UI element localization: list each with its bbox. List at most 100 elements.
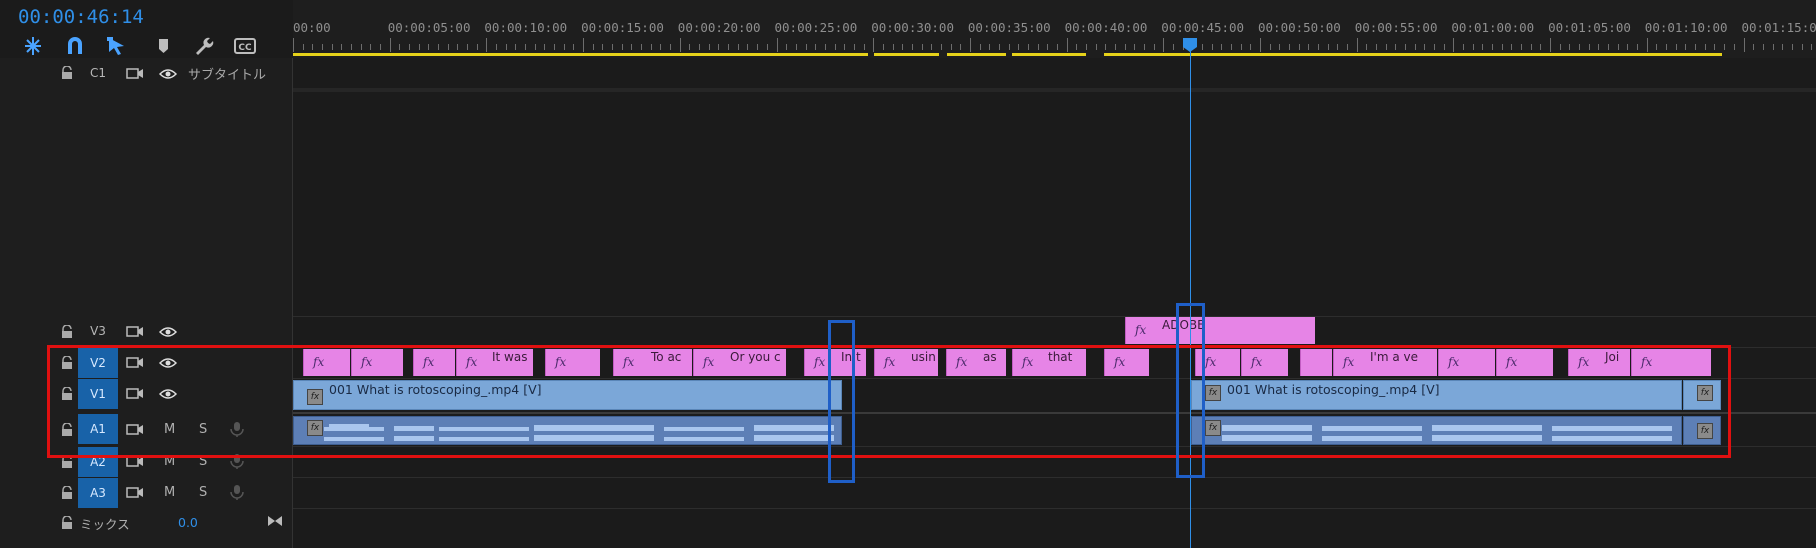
ruler-tick [515,44,517,50]
ruler-tick [1076,44,1078,50]
ruler-tick [670,44,672,50]
camera-toggle-icon[interactable] [126,485,144,501]
ruler-tick [341,44,343,50]
work-area-bar[interactable] [293,53,868,56]
track-name[interactable]: A3 [78,478,118,508]
lock-icon[interactable] [60,325,74,339]
ruler-tick [1724,44,1726,50]
eye-icon[interactable] [159,66,177,82]
lane-separator [293,508,1816,509]
ruler-tick [718,44,720,50]
track-name[interactable]: V3 [78,316,118,346]
mix-volume-value[interactable]: 0.0 [178,515,198,530]
ruler-tick [747,44,749,50]
ruler-tick [1588,44,1590,50]
microphone-icon[interactable] [228,484,246,500]
ruler-tick [834,44,836,50]
ruler-tick [1376,44,1378,50]
ruler-tick [1395,44,1397,50]
ruler-tick [660,44,662,50]
ruler-tick [370,44,372,50]
work-area-bar[interactable] [1012,53,1086,56]
mute-button[interactable]: M [164,485,175,500]
camera-toggle-icon[interactable] [126,66,144,82]
ruler-tick [786,44,788,50]
cut-highlight-blue [828,320,855,483]
ruler-tick [631,44,633,50]
ruler-tick [293,38,294,52]
ruler-tick [1318,44,1320,50]
ruler-tick [1598,44,1600,50]
ruler-tick [592,44,594,50]
ruler-tick [1801,44,1803,50]
ruler-tick-label: 00:00:15:00 [581,20,664,35]
ruler-tick [1037,44,1039,50]
track-name[interactable]: C1 [78,58,118,88]
current-timecode[interactable]: 00:00:46:14 [18,6,144,28]
ruler-tick [505,44,507,50]
ruler-tick [1637,44,1639,50]
ruler-tick [766,44,768,50]
ruler-tick [1453,38,1455,52]
ruler-tick [1085,44,1087,50]
ruler-tick [1743,38,1745,52]
ruler-tick [892,44,894,50]
linked-selection-icon[interactable] [104,34,130,58]
snap-insert-icon[interactable] [20,34,46,58]
ruler-tick [641,44,643,50]
ruler-tick-label: 00:00:25:00 [774,20,858,35]
ruler-tick [1704,44,1706,50]
premiere-timeline-panel: 00:00:46:14 CC 00:00 00:00:05:00 00:00:10:… [0,0,1816,548]
ruler-tick [998,44,1000,50]
captions-cc-icon[interactable]: CC [232,34,258,58]
ruler-tick [950,44,952,50]
work-area-bar[interactable] [1104,53,1722,56]
lock-icon[interactable] [60,516,74,530]
lock-icon[interactable] [60,486,74,500]
fx-badge: fx [1135,323,1147,337]
caption-lane-separator [293,88,1816,92]
ruler-tick-label: 00:00:30:00 [871,20,954,35]
ruler-tick [534,44,536,50]
ruler-tick [1347,44,1349,50]
ruler-tick [969,38,971,52]
solo-button[interactable]: S [199,485,207,500]
ruler-tick [389,38,391,52]
ruler-tick [1066,38,1068,52]
work-area-bar[interactable] [947,53,1006,56]
ruler-tick-label: 00:00:35:00 [967,20,1051,35]
ruler-tick-label: 00:00:45:00 [1161,20,1245,35]
ruler-tick [1366,44,1368,50]
ruler-tick [1105,44,1107,50]
work-area-bar[interactable] [874,53,939,56]
caption-track-label: サブタイトル [188,68,267,83]
bowtie-expand-icon[interactable] [266,513,284,529]
ruler-tick [737,44,739,50]
ruler-tick [1772,44,1774,50]
track-header-c1: C1 サブタイトル [0,58,293,88]
ruler-tick [302,44,304,50]
camera-toggle-icon[interactable] [126,324,144,340]
ruler-tick [1298,44,1300,50]
title-clip-adobe[interactable]: fx ADOBE [1125,317,1315,344]
lock-icon[interactable] [60,66,74,80]
ruler-tick [1289,44,1290,50]
ruler-tick [1685,44,1687,50]
ruler-tick [1327,44,1329,50]
eye-icon[interactable] [159,324,177,340]
ruler-tick [1414,44,1416,50]
ruler-tick [1434,44,1436,50]
add-marker-icon[interactable] [150,34,176,58]
ruler-tick [650,44,652,50]
ruler-tick [1211,44,1213,50]
ruler-tick [1114,44,1116,50]
ruler-tick [312,44,314,50]
ruler-tick [563,44,565,50]
magnet-snap-icon[interactable] [62,34,88,58]
wrench-settings-icon[interactable] [190,34,216,58]
ruler-tick [1260,38,1261,52]
ruler-tick [1540,44,1542,50]
ruler-tick [757,44,759,50]
time-ruler[interactable]: 00:00 00:00:05:00 00:00:10:00 00:00:15:00 00… [293,0,1816,58]
ruler-tick [1511,44,1513,50]
